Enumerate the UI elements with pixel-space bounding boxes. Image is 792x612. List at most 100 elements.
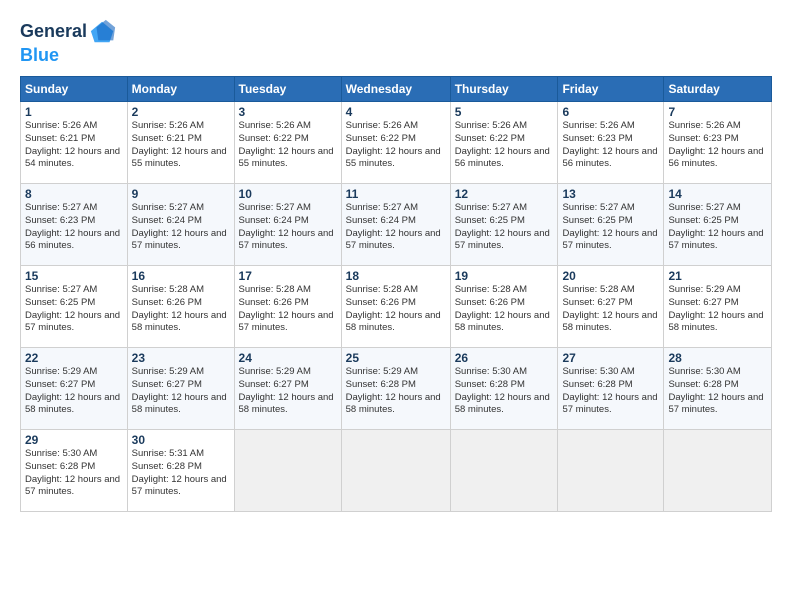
table-row xyxy=(558,430,664,512)
col-tuesday: Tuesday xyxy=(234,77,341,102)
day-number: 28 xyxy=(668,351,767,365)
calendar-row: 29 Sunrise: 5:30 AMSunset: 6:28 PMDaylig… xyxy=(21,430,772,512)
day-info: Sunrise: 5:30 AMSunset: 6:28 PMDaylight:… xyxy=(562,366,657,415)
day-info: Sunrise: 5:28 AMSunset: 6:26 PMDaylight:… xyxy=(346,284,441,333)
day-info: Sunrise: 5:28 AMSunset: 6:26 PMDaylight:… xyxy=(132,284,227,333)
day-info: Sunrise: 5:29 AMSunset: 6:27 PMDaylight:… xyxy=(239,366,334,415)
day-info: Sunrise: 5:26 AMSunset: 6:21 PMDaylight:… xyxy=(25,120,120,169)
day-number: 8 xyxy=(25,187,123,201)
day-number: 25 xyxy=(346,351,446,365)
table-row xyxy=(341,430,450,512)
table-row: 25 Sunrise: 5:29 AMSunset: 6:28 PMDaylig… xyxy=(341,348,450,430)
day-info: Sunrise: 5:27 AMSunset: 6:25 PMDaylight:… xyxy=(455,202,550,251)
day-info: Sunrise: 5:27 AMSunset: 6:24 PMDaylight:… xyxy=(132,202,227,251)
day-number: 3 xyxy=(239,105,337,119)
day-info: Sunrise: 5:26 AMSunset: 6:23 PMDaylight:… xyxy=(668,120,763,169)
col-saturday: Saturday xyxy=(664,77,772,102)
table-row: 26 Sunrise: 5:30 AMSunset: 6:28 PMDaylig… xyxy=(450,348,558,430)
table-row: 6 Sunrise: 5:26 AMSunset: 6:23 PMDayligh… xyxy=(558,102,664,184)
col-thursday: Thursday xyxy=(450,77,558,102)
col-sunday: Sunday xyxy=(21,77,128,102)
day-info: Sunrise: 5:30 AMSunset: 6:28 PMDaylight:… xyxy=(25,448,120,497)
day-number: 15 xyxy=(25,269,123,283)
table-row: 17 Sunrise: 5:28 AMSunset: 6:26 PMDaylig… xyxy=(234,266,341,348)
day-info: Sunrise: 5:27 AMSunset: 6:24 PMDaylight:… xyxy=(346,202,441,251)
table-row: 3 Sunrise: 5:26 AMSunset: 6:22 PMDayligh… xyxy=(234,102,341,184)
logo-blue-text: Blue xyxy=(20,45,59,65)
day-info: Sunrise: 5:28 AMSunset: 6:26 PMDaylight:… xyxy=(455,284,550,333)
day-number: 6 xyxy=(562,105,659,119)
day-info: Sunrise: 5:27 AMSunset: 6:24 PMDaylight:… xyxy=(239,202,334,251)
col-wednesday: Wednesday xyxy=(341,77,450,102)
day-number: 27 xyxy=(562,351,659,365)
day-info: Sunrise: 5:26 AMSunset: 6:22 PMDaylight:… xyxy=(239,120,334,169)
table-row: 8 Sunrise: 5:27 AMSunset: 6:23 PMDayligh… xyxy=(21,184,128,266)
day-info: Sunrise: 5:30 AMSunset: 6:28 PMDaylight:… xyxy=(668,366,763,415)
day-number: 26 xyxy=(455,351,554,365)
calendar-row: 15 Sunrise: 5:27 AMSunset: 6:25 PMDaylig… xyxy=(21,266,772,348)
table-row: 15 Sunrise: 5:27 AMSunset: 6:25 PMDaylig… xyxy=(21,266,128,348)
table-row: 12 Sunrise: 5:27 AMSunset: 6:25 PMDaylig… xyxy=(450,184,558,266)
table-row: 18 Sunrise: 5:28 AMSunset: 6:26 PMDaylig… xyxy=(341,266,450,348)
day-info: Sunrise: 5:29 AMSunset: 6:28 PMDaylight:… xyxy=(346,366,441,415)
table-row: 14 Sunrise: 5:27 AMSunset: 6:25 PMDaylig… xyxy=(664,184,772,266)
table-row: 20 Sunrise: 5:28 AMSunset: 6:27 PMDaylig… xyxy=(558,266,664,348)
day-info: Sunrise: 5:26 AMSunset: 6:22 PMDaylight:… xyxy=(346,120,441,169)
col-monday: Monday xyxy=(127,77,234,102)
day-info: Sunrise: 5:27 AMSunset: 6:25 PMDaylight:… xyxy=(668,202,763,251)
table-row: 1 Sunrise: 5:26 AMSunset: 6:21 PMDayligh… xyxy=(21,102,128,184)
day-info: Sunrise: 5:29 AMSunset: 6:27 PMDaylight:… xyxy=(132,366,227,415)
table-row: 24 Sunrise: 5:29 AMSunset: 6:27 PMDaylig… xyxy=(234,348,341,430)
day-info: Sunrise: 5:30 AMSunset: 6:28 PMDaylight:… xyxy=(455,366,550,415)
day-number: 21 xyxy=(668,269,767,283)
day-info: Sunrise: 5:26 AMSunset: 6:21 PMDaylight:… xyxy=(132,120,227,169)
day-number: 5 xyxy=(455,105,554,119)
table-row xyxy=(234,430,341,512)
day-info: Sunrise: 5:28 AMSunset: 6:26 PMDaylight:… xyxy=(239,284,334,333)
day-number: 12 xyxy=(455,187,554,201)
table-row: 22 Sunrise: 5:29 AMSunset: 6:27 PMDaylig… xyxy=(21,348,128,430)
calendar-row: 22 Sunrise: 5:29 AMSunset: 6:27 PMDaylig… xyxy=(21,348,772,430)
logo-text: General xyxy=(20,22,87,42)
header: General Blue xyxy=(20,18,772,66)
day-number: 23 xyxy=(132,351,230,365)
table-row: 21 Sunrise: 5:29 AMSunset: 6:27 PMDaylig… xyxy=(664,266,772,348)
day-number: 17 xyxy=(239,269,337,283)
day-number: 2 xyxy=(132,105,230,119)
calendar-row: 1 Sunrise: 5:26 AMSunset: 6:21 PMDayligh… xyxy=(21,102,772,184)
day-number: 9 xyxy=(132,187,230,201)
day-info: Sunrise: 5:27 AMSunset: 6:23 PMDaylight:… xyxy=(25,202,120,251)
table-row xyxy=(450,430,558,512)
day-number: 16 xyxy=(132,269,230,283)
day-number: 30 xyxy=(132,433,230,447)
calendar-page: General Blue Sunday Monday Tuesday Wedne… xyxy=(0,0,792,612)
table-row: 11 Sunrise: 5:27 AMSunset: 6:24 PMDaylig… xyxy=(341,184,450,266)
table-row: 2 Sunrise: 5:26 AMSunset: 6:21 PMDayligh… xyxy=(127,102,234,184)
table-row: 23 Sunrise: 5:29 AMSunset: 6:27 PMDaylig… xyxy=(127,348,234,430)
day-number: 22 xyxy=(25,351,123,365)
day-number: 20 xyxy=(562,269,659,283)
day-info: Sunrise: 5:27 AMSunset: 6:25 PMDaylight:… xyxy=(562,202,657,251)
table-row: 30 Sunrise: 5:31 AMSunset: 6:28 PMDaylig… xyxy=(127,430,234,512)
calendar-row: 8 Sunrise: 5:27 AMSunset: 6:23 PMDayligh… xyxy=(21,184,772,266)
day-number: 19 xyxy=(455,269,554,283)
day-number: 14 xyxy=(668,187,767,201)
table-row: 5 Sunrise: 5:26 AMSunset: 6:22 PMDayligh… xyxy=(450,102,558,184)
calendar-header-row: Sunday Monday Tuesday Wednesday Thursday… xyxy=(21,77,772,102)
day-number: 24 xyxy=(239,351,337,365)
table-row: 16 Sunrise: 5:28 AMSunset: 6:26 PMDaylig… xyxy=(127,266,234,348)
table-row: 4 Sunrise: 5:26 AMSunset: 6:22 PMDayligh… xyxy=(341,102,450,184)
table-row xyxy=(664,430,772,512)
day-info: Sunrise: 5:26 AMSunset: 6:23 PMDaylight:… xyxy=(562,120,657,169)
table-row: 27 Sunrise: 5:30 AMSunset: 6:28 PMDaylig… xyxy=(558,348,664,430)
table-row: 7 Sunrise: 5:26 AMSunset: 6:23 PMDayligh… xyxy=(664,102,772,184)
calendar-table: Sunday Monday Tuesday Wednesday Thursday… xyxy=(20,76,772,512)
logo-icon xyxy=(89,18,117,46)
table-row: 9 Sunrise: 5:27 AMSunset: 6:24 PMDayligh… xyxy=(127,184,234,266)
table-row: 28 Sunrise: 5:30 AMSunset: 6:28 PMDaylig… xyxy=(664,348,772,430)
day-info: Sunrise: 5:27 AMSunset: 6:25 PMDaylight:… xyxy=(25,284,120,333)
day-info: Sunrise: 5:26 AMSunset: 6:22 PMDaylight:… xyxy=(455,120,550,169)
day-info: Sunrise: 5:28 AMSunset: 6:27 PMDaylight:… xyxy=(562,284,657,333)
day-number: 10 xyxy=(239,187,337,201)
day-number: 18 xyxy=(346,269,446,283)
